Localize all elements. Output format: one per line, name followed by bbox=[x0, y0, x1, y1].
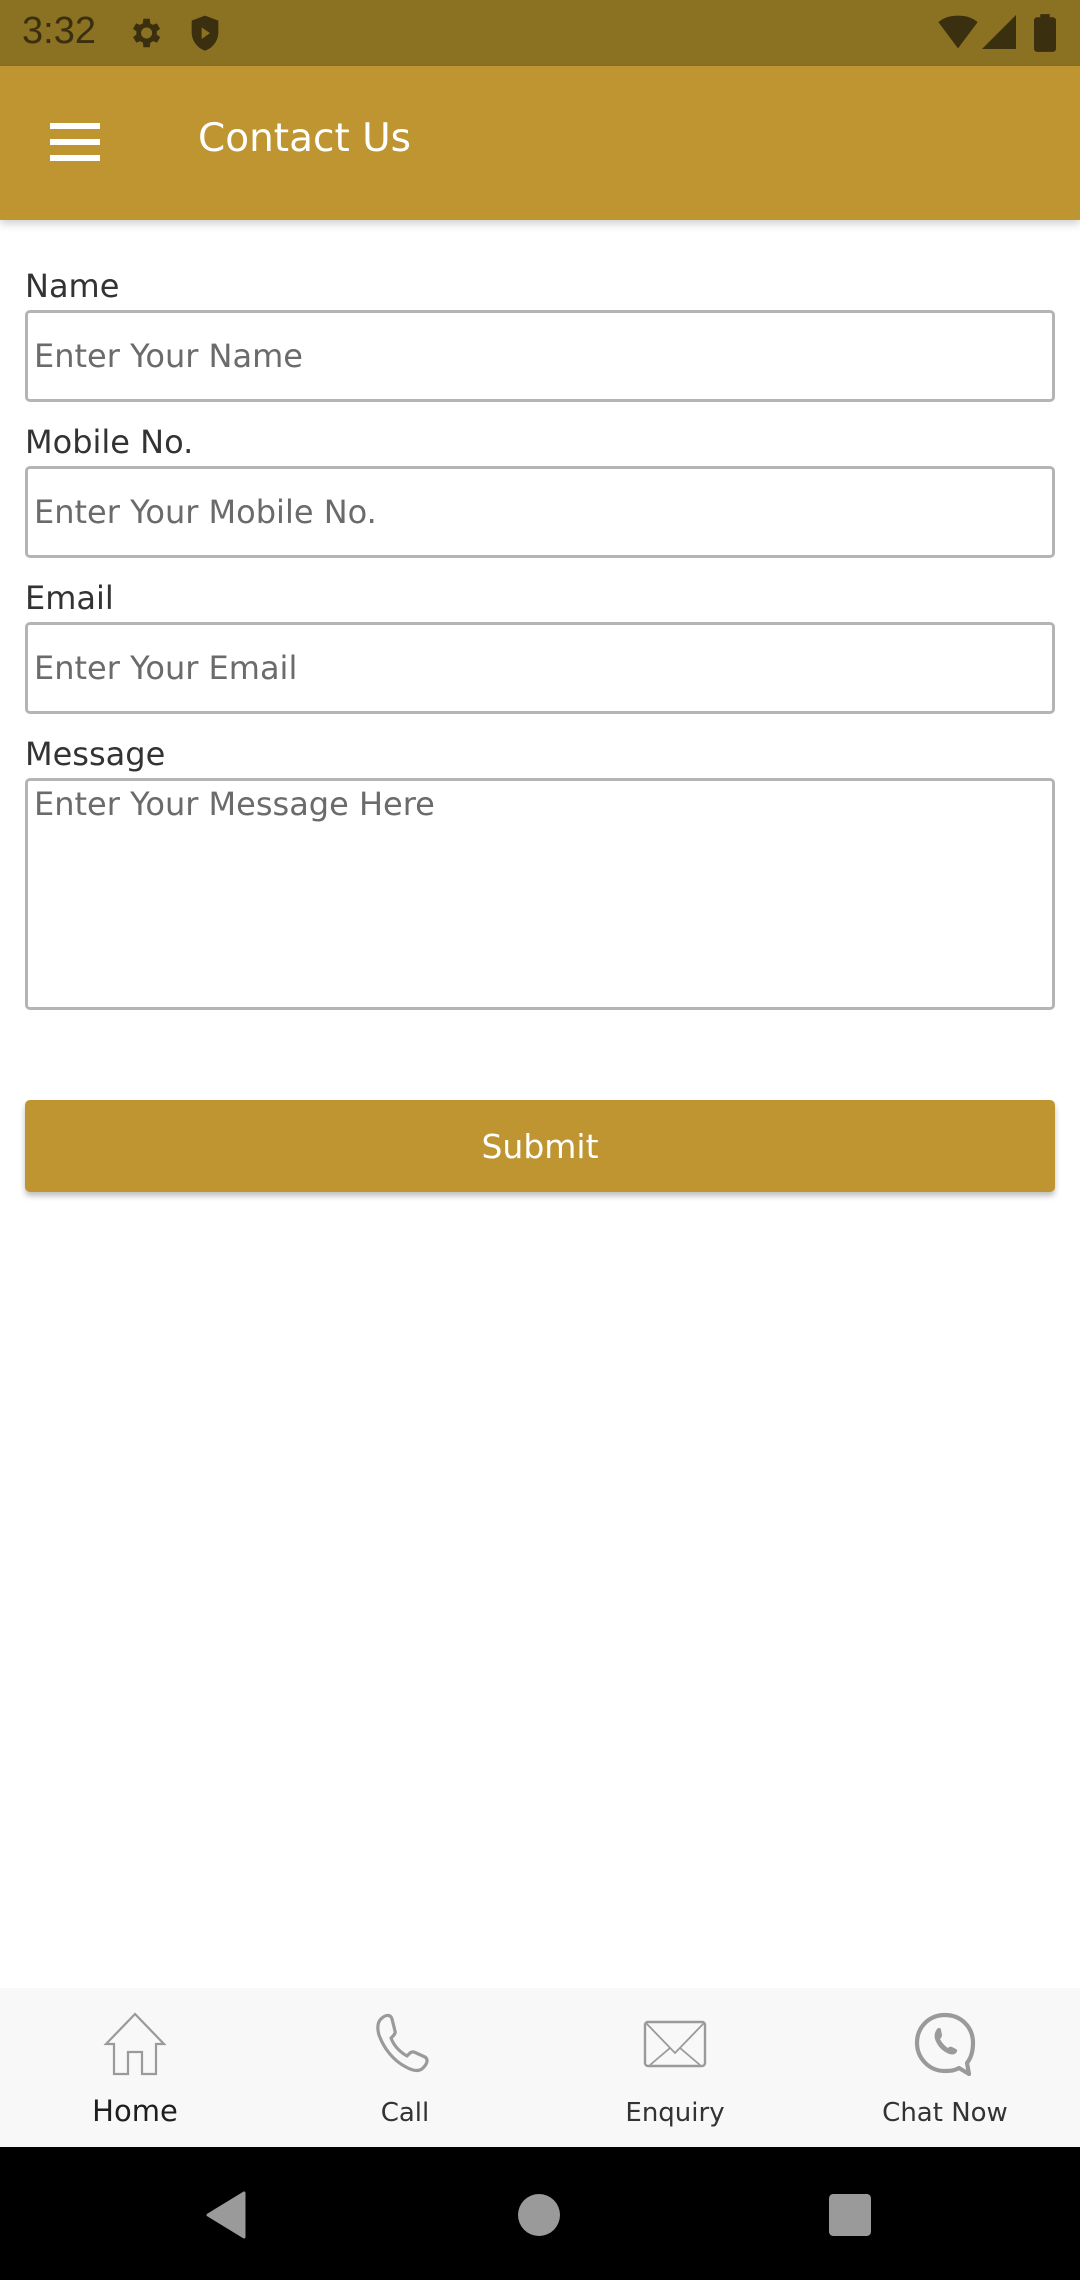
signal-icon bbox=[982, 15, 1016, 49]
nav-label-chat-now: Chat Now bbox=[882, 2098, 1008, 2128]
whatsapp-chat-icon bbox=[914, 2012, 976, 2077]
nav-item-enquiry[interactable]: Enquiry bbox=[540, 1988, 810, 2147]
app-bar: Contact Us bbox=[0, 66, 1080, 220]
name-input[interactable] bbox=[25, 310, 1055, 402]
home-icon bbox=[103, 2012, 167, 2076]
page-title: Contact Us bbox=[198, 116, 411, 161]
status-bar: 3:32 bbox=[0, 0, 1080, 66]
nav-item-home[interactable]: Home bbox=[0, 1988, 270, 2147]
submit-button[interactable]: Submit bbox=[25, 1100, 1055, 1192]
hamburger-menu-icon[interactable] bbox=[48, 123, 104, 163]
recents-icon[interactable] bbox=[829, 2194, 871, 2236]
envelope-icon bbox=[643, 2020, 707, 2068]
settings-icon bbox=[132, 18, 161, 48]
mobile-input[interactable] bbox=[25, 466, 1055, 558]
wifi-icon bbox=[938, 15, 978, 49]
contact-form: Name Mobile No. Email Message bbox=[25, 262, 1055, 1010]
shield-play-icon bbox=[191, 15, 219, 51]
phone-icon bbox=[376, 2013, 429, 2073]
message-label: Message bbox=[25, 735, 166, 773]
nav-label-enquiry: Enquiry bbox=[625, 2098, 725, 2128]
battery-icon bbox=[1034, 14, 1056, 52]
nav-label-call: Call bbox=[380, 2098, 430, 2128]
back-icon[interactable] bbox=[204, 2191, 248, 2239]
message-textarea[interactable] bbox=[25, 778, 1055, 1010]
nav-item-chat-now[interactable]: Chat Now bbox=[810, 1988, 1080, 2147]
nav-item-call[interactable]: Call bbox=[270, 1988, 540, 2147]
nav-label-home: Home bbox=[92, 2094, 178, 2128]
home-circle-icon[interactable] bbox=[518, 2194, 560, 2236]
system-nav-bar bbox=[0, 2147, 1080, 2280]
status-time: 3:32 bbox=[22, 10, 96, 52]
name-label: Name bbox=[25, 267, 120, 305]
mobile-label: Mobile No. bbox=[25, 423, 194, 461]
bottom-nav: Home Call Enquiry Chat Now bbox=[0, 1988, 1080, 2147]
email-input[interactable] bbox=[25, 622, 1055, 714]
email-label: Email bbox=[25, 579, 114, 617]
